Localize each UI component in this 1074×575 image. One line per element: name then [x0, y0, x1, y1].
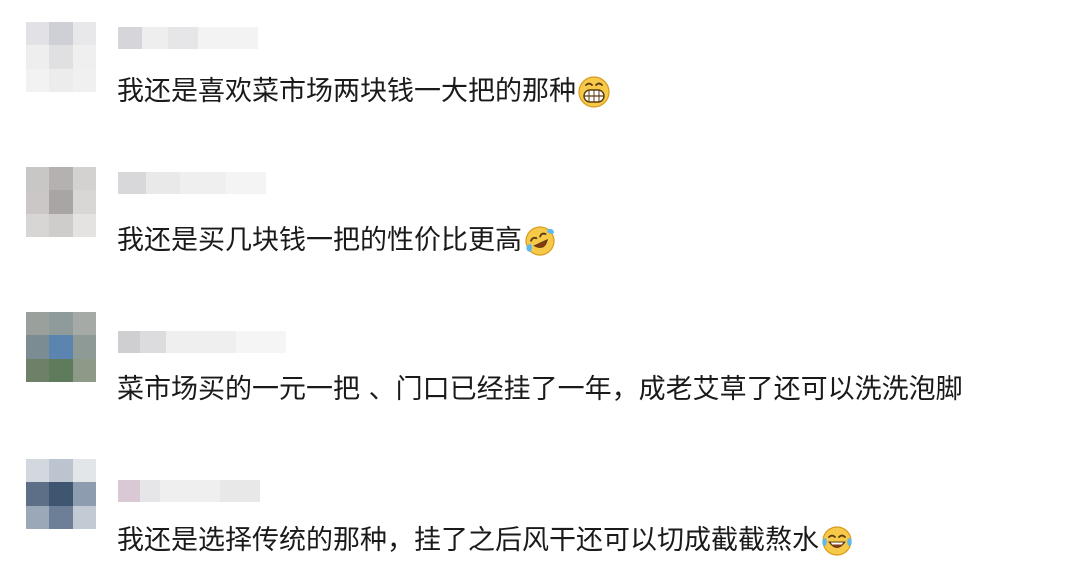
avatar-pixel [26, 482, 50, 506]
avatar-pixel [26, 459, 50, 483]
comment-text-content: 我还是选择传统的那种，挂了之后风干还可以切成截截熬水 [117, 525, 819, 556]
avatar-pixel [49, 190, 73, 214]
comment-item: 我还是选择传统的那种，挂了之后风干还可以切成截截熬水 [0, 435, 1074, 575]
avatar-pixel [49, 505, 73, 529]
comment-text-content: 我还是喜欢菜市场两块钱一大把的那种 [117, 76, 576, 107]
comment-text: 我还是喜欢菜市场两块钱一大把的那种 [117, 74, 610, 110]
avatar-pixel [26, 190, 50, 214]
avatar-pixel [49, 22, 73, 46]
avatar-pixel [72, 68, 96, 92]
avatar-pixel [72, 22, 96, 46]
avatar-pixel [49, 482, 73, 506]
blur-block [168, 27, 198, 49]
avatar-pixel [72, 505, 96, 529]
avatar-pixel [26, 167, 50, 191]
avatar-pixel [26, 213, 50, 237]
avatar[interactable] [26, 312, 96, 382]
avatar[interactable] [26, 167, 96, 237]
avatar-pixel [49, 335, 73, 359]
avatar-pixel [72, 482, 96, 506]
avatar-pixel [72, 335, 96, 359]
avatar-pixel [49, 45, 73, 69]
blur-block [118, 480, 140, 502]
comment-text: 菜市场买的一元一把 、门口已经挂了一年，成老艾草了还可以洗洗泡脚 [117, 372, 963, 408]
blur-block [220, 480, 260, 502]
avatar-pixel [26, 335, 50, 359]
tears-of-joy-emoji-icon [822, 526, 852, 556]
avatar[interactable] [26, 22, 96, 92]
avatar-pixel [49, 213, 73, 237]
username-blurred[interactable] [118, 330, 286, 354]
avatar-pixel [26, 45, 50, 69]
avatar-pixel [26, 68, 50, 92]
avatar-pixel [72, 358, 96, 382]
blur-block [140, 480, 160, 502]
avatar-pixel [49, 459, 73, 483]
avatar-pixel [26, 505, 50, 529]
avatar-pixel [72, 167, 96, 191]
blur-block [236, 331, 286, 353]
avatar[interactable] [26, 459, 96, 529]
blur-block [118, 27, 142, 49]
comment-text: 我还是买几块钱一把的性价比更高 [117, 223, 556, 259]
blur-block [226, 172, 266, 194]
blur-block [140, 331, 166, 353]
avatar-pixel [26, 358, 50, 382]
blur-block [118, 331, 140, 353]
username-blurred[interactable] [118, 26, 258, 50]
grinning-face-emoji-icon [578, 76, 610, 108]
avatar-pixel [26, 22, 50, 46]
comment-text: 我还是选择传统的那种，挂了之后风干还可以切成截截熬水 [117, 523, 853, 559]
comment-item: 菜市场买的一元一把 、门口已经挂了一年，成老艾草了还可以洗洗泡脚 [0, 290, 1074, 430]
avatar-pixel [72, 190, 96, 214]
avatar-pixel [72, 213, 96, 237]
avatar-pixel [72, 312, 96, 336]
avatar-pixel [49, 312, 73, 336]
username-blurred[interactable] [118, 171, 266, 195]
blur-block [118, 172, 146, 194]
blur-block [166, 331, 236, 353]
comment-text-content: 我还是买几块钱一把的性价比更高 [117, 225, 522, 256]
blur-block [180, 172, 226, 194]
blur-block [146, 172, 180, 194]
blur-block [142, 27, 168, 49]
blur-block [198, 27, 258, 49]
comment-text-content: 菜市场买的一元一把 、门口已经挂了一年，成老艾草了还可以洗洗泡脚 [117, 374, 963, 405]
avatar-pixel [26, 312, 50, 336]
comment-item: 我还是买几块钱一把的性价比更高 [0, 145, 1074, 285]
blur-block [160, 480, 220, 502]
avatar-pixel [49, 358, 73, 382]
comment-item: 我还是喜欢菜市场两块钱一大把的那种 [0, 0, 1074, 140]
avatar-pixel [49, 68, 73, 92]
crying-laughing-rolling-emoji-icon [525, 226, 555, 256]
avatar-pixel [72, 459, 96, 483]
avatar-pixel [72, 45, 96, 69]
avatar-pixel [49, 167, 73, 191]
username-blurred[interactable] [118, 479, 260, 503]
